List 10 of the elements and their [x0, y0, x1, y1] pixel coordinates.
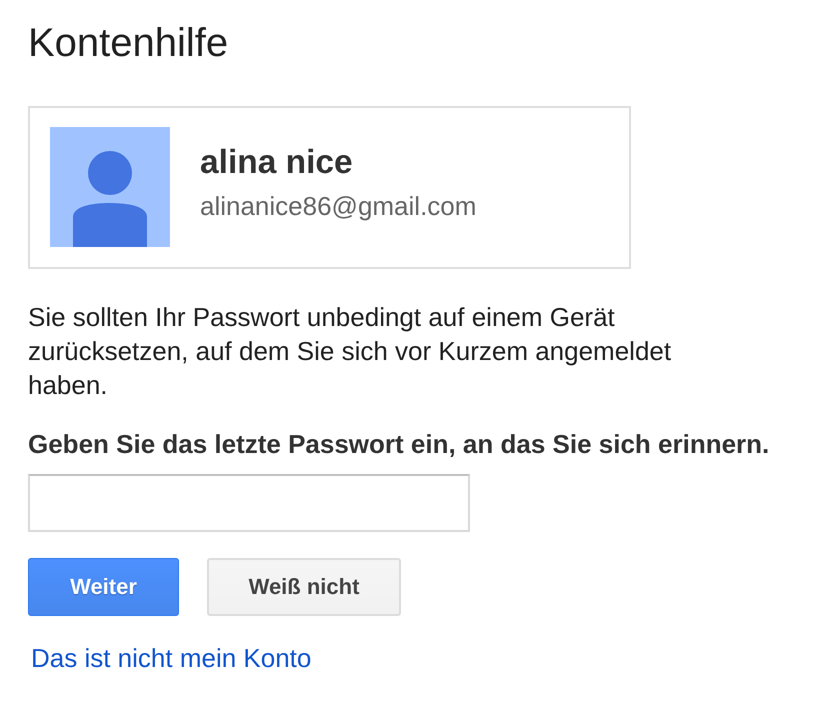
not-my-account-link[interactable]: Das ist nicht mein Konto	[31, 643, 312, 673]
page-title: Kontenhilfe	[28, 20, 228, 66]
password-prompt-label: Geben Sie das letzte Passwort ein, an das Sie sich erinnern.	[28, 429, 770, 459]
continue-button[interactable]: Weiter	[28, 558, 179, 616]
info-message: Sie sollten Ihr Passwort unbedingt auf einem Gerät zurücksetzen, auf dem Sie sich vor Kurzem angemeldet haben.	[28, 301, 672, 402]
account-email: alinanice86@gmail.com	[200, 191, 476, 221]
account-name: alina nice	[200, 144, 353, 182]
password-field[interactable]	[28, 474, 470, 532]
avatar-icon	[50, 127, 170, 247]
dont-know-button[interactable]: Weiß nicht	[207, 558, 401, 616]
